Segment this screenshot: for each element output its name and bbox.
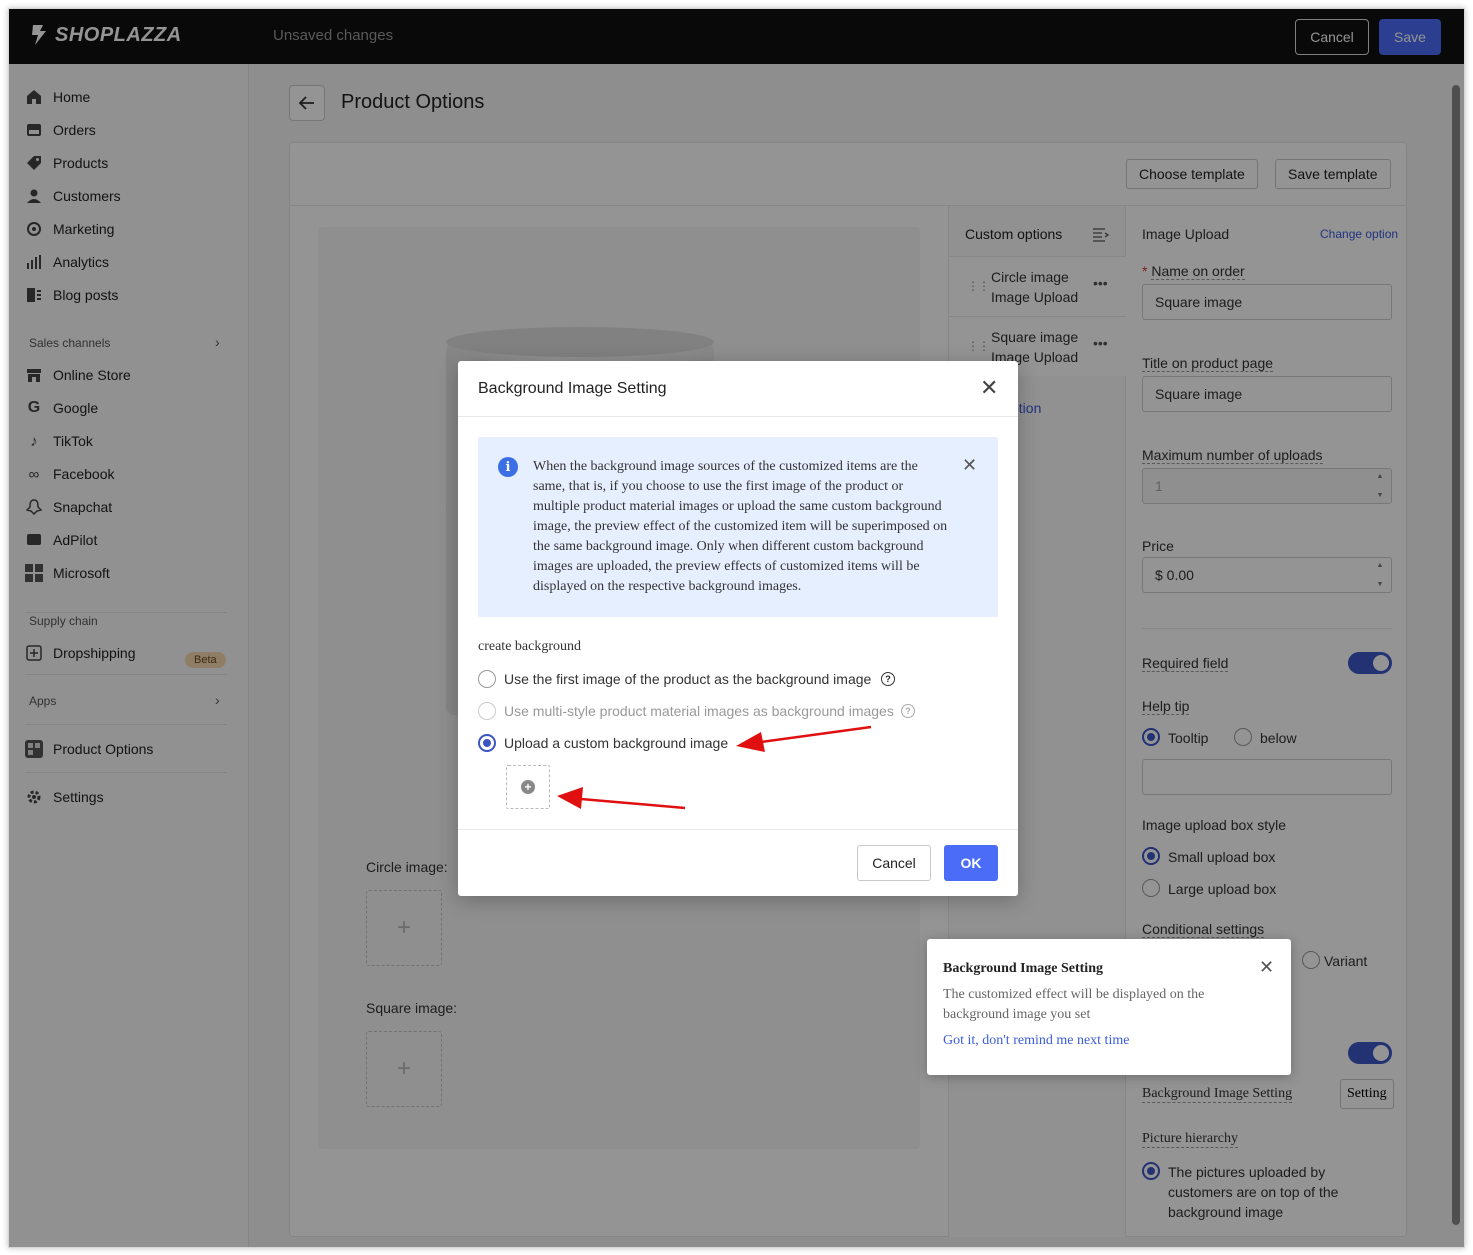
close-icon[interactable]: ✕ <box>962 455 977 476</box>
plus-circle-icon: + <box>521 780 535 794</box>
radio-label: Use multi-style product material images … <box>504 703 894 719</box>
help-icon[interactable]: ? <box>881 672 895 686</box>
popover-text: The customized effect will be displayed … <box>943 987 1205 1022</box>
close-icon[interactable]: ✕ <box>980 377 998 399</box>
modal-cancel-button[interactable]: Cancel <box>857 845 931 881</box>
modal-header: Background Image Setting ✕ <box>458 361 1018 417</box>
add-background-image-button[interactable]: + <box>506 765 550 809</box>
app-window: SHOPLAZZA Unsaved changes Cancel Save Ho… <box>8 8 1465 1248</box>
radio-label: Upload a custom background image <box>504 735 729 751</box>
custom-upload-radio[interactable] <box>478 734 496 752</box>
info-icon: i <box>498 457 518 477</box>
modal-ok-button[interactable]: OK <box>944 845 998 881</box>
close-icon[interactable]: ✕ <box>1259 957 1274 978</box>
material-images-radio[interactable] <box>478 702 496 720</box>
create-background-label: create background <box>478 639 581 654</box>
dismiss-reminder-link[interactable]: Got it, don't remind me next time <box>943 1033 1129 1049</box>
bg-setting-popover: Background Image Setting ✕ The customize… <box>927 939 1291 1075</box>
info-notice: i When the background image sources of t… <box>478 437 998 617</box>
radio-label: Use the first image of the product as th… <box>504 671 872 687</box>
modal-title: Background Image Setting <box>478 380 667 397</box>
notice-text: When the background image sources of the… <box>533 459 948 594</box>
help-icon[interactable]: ? <box>901 704 915 718</box>
first-image-radio[interactable] <box>478 670 496 688</box>
popover-title: Background Image Setting <box>943 961 1103 976</box>
background-image-modal: Background Image Setting ✕ i When the ba… <box>458 361 1018 896</box>
modal-footer-divider <box>458 829 1018 830</box>
